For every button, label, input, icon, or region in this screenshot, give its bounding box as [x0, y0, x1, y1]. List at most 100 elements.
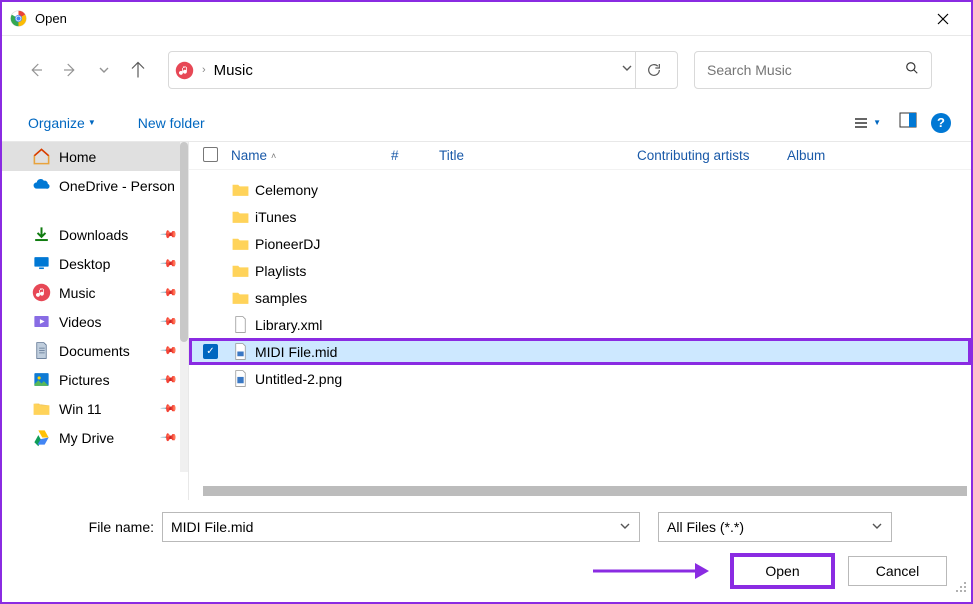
folder-icon [231, 207, 255, 226]
sidebar-label: Music [59, 285, 96, 301]
pin-icon: 📌 [160, 283, 179, 302]
sidebar-label: Videos [59, 314, 102, 330]
breadcrumb-music[interactable]: Music [214, 62, 253, 79]
filename-value: MIDI File.mid [171, 519, 253, 535]
pin-icon: 📌 [160, 341, 179, 360]
midi-file-icon [231, 342, 255, 361]
sidebar-item-pictures[interactable]: Pictures 📌 [2, 365, 188, 394]
file-name: Celemony [255, 182, 318, 198]
file-row-folder[interactable]: PioneerDJ [189, 230, 971, 257]
chevron-down-icon[interactable] [619, 519, 631, 535]
column-album[interactable]: Album [787, 148, 847, 163]
refresh-button[interactable] [635, 51, 671, 89]
list-view-icon [853, 115, 869, 131]
folder-icon [231, 180, 255, 199]
onedrive-icon [32, 176, 51, 195]
file-icon [231, 315, 255, 334]
sidebar-label: Downloads [59, 227, 128, 243]
sidebar-label: Pictures [59, 372, 110, 388]
column-name[interactable]: Name ˄ [231, 148, 391, 163]
sidebar-scrollbar[interactable] [180, 142, 188, 472]
sidebar-label: Home [59, 149, 96, 165]
folder-icon [231, 288, 255, 307]
file-name: Untitled-2.png [255, 371, 342, 387]
chevron-down-icon: ▼ [873, 118, 881, 127]
sidebar-item-music[interactable]: Music 📌 [2, 278, 188, 307]
search-icon [905, 61, 919, 80]
file-row-folder[interactable]: samples [189, 284, 971, 311]
horizontal-scrollbar[interactable] [203, 486, 967, 496]
pin-icon: 📌 [160, 312, 179, 331]
folder-icon [32, 399, 51, 418]
file-name: samples [255, 290, 307, 306]
sidebar-item-win11[interactable]: Win 11📌 [2, 394, 188, 423]
file-list-pane: Name ˄ # Title Contributing artists Albu… [189, 142, 971, 500]
organize-menu[interactable]: Organize ▼ [22, 111, 102, 135]
open-button[interactable]: Open [733, 556, 832, 586]
main-area: Home OneDrive - Person Downloads📌 Deskto… [2, 142, 971, 500]
toolbar: Organize ▼ New folder ▼ ? [2, 104, 971, 142]
search-input[interactable] [707, 62, 897, 78]
file-name: iTunes [255, 209, 297, 225]
view-options-button[interactable]: ▼ [849, 111, 885, 135]
pin-icon: 📌 [160, 254, 179, 273]
annotation-arrow-icon [591, 559, 711, 583]
sidebar-item-onedrive[interactable]: OneDrive - Person [2, 171, 188, 200]
checkbox-checked-icon[interactable]: ✓ [203, 344, 218, 359]
sidebar-item-mydrive[interactable]: My Drive 📌 [2, 423, 188, 452]
documents-icon [32, 341, 51, 360]
sidebar-item-videos[interactable]: Videos 📌 [2, 307, 188, 336]
sidebar-item-home[interactable]: Home [2, 142, 188, 171]
file-name: MIDI File.mid [255, 344, 337, 360]
recent-dropdown[interactable] [90, 56, 118, 84]
search-box[interactable] [694, 51, 932, 89]
file-row-xml[interactable]: Library.xml [189, 311, 971, 338]
column-track-number[interactable]: # [391, 148, 439, 163]
column-title[interactable]: Title [439, 148, 637, 163]
select-all-checkbox[interactable] [203, 147, 231, 165]
pin-icon: 📌 [160, 428, 179, 447]
nav-bar: › Music [2, 36, 971, 104]
filename-combobox[interactable]: MIDI File.mid [162, 512, 640, 542]
help-button[interactable]: ? [931, 113, 951, 133]
sidebar-label: Documents [59, 343, 130, 359]
desktop-icon [32, 254, 51, 273]
sidebar-label: My Drive [59, 430, 114, 446]
chevron-down-icon[interactable] [871, 519, 883, 535]
filename-label: File name: [24, 519, 154, 535]
column-artists[interactable]: Contributing artists [637, 148, 787, 163]
sidebar-label: Win 11 [59, 401, 102, 417]
home-icon [32, 147, 51, 166]
sidebar-item-documents[interactable]: Documents 📌 [2, 336, 188, 365]
chevron-down-icon: ▼ [88, 118, 96, 127]
preview-pane-button[interactable] [895, 108, 921, 137]
file-row-folder[interactable]: iTunes [189, 203, 971, 230]
resize-grip-icon[interactable] [955, 580, 967, 598]
window-close-button[interactable] [923, 2, 963, 36]
file-type-filter[interactable]: All Files (*.*) [658, 512, 892, 542]
file-row-png[interactable]: Untitled-2.png [189, 365, 971, 392]
filter-value: All Files (*.*) [667, 519, 744, 535]
breadcrumb-separator-icon: › [202, 64, 206, 76]
file-row-folder[interactable]: Celemony [189, 176, 971, 203]
back-button[interactable] [22, 56, 50, 84]
sidebar-item-downloads[interactable]: Downloads📌 [2, 220, 188, 249]
pictures-icon [32, 370, 51, 389]
sort-asc-icon: ˄ [271, 151, 276, 161]
sidebar: Home OneDrive - Person Downloads📌 Deskto… [2, 142, 189, 500]
file-row-folder[interactable]: Playlists [189, 257, 971, 284]
title-bar: Open [2, 2, 971, 36]
forward-button[interactable] [56, 56, 84, 84]
sidebar-label: Desktop [59, 256, 110, 272]
sidebar-label: OneDrive - Person [59, 178, 175, 194]
sidebar-item-desktop[interactable]: Desktop 📌 [2, 249, 188, 278]
file-name: PioneerDJ [255, 236, 320, 252]
cancel-button[interactable]: Cancel [848, 556, 947, 586]
up-button[interactable] [124, 56, 152, 84]
file-row-selected-midi[interactable]: ✓ MIDI File.mid [189, 338, 971, 365]
pin-icon: 📌 [160, 370, 179, 389]
new-folder-button[interactable]: New folder [132, 111, 211, 135]
address-bar[interactable]: › Music [168, 51, 678, 89]
address-dropdown-icon[interactable] [621, 61, 633, 79]
google-drive-icon [32, 428, 51, 447]
